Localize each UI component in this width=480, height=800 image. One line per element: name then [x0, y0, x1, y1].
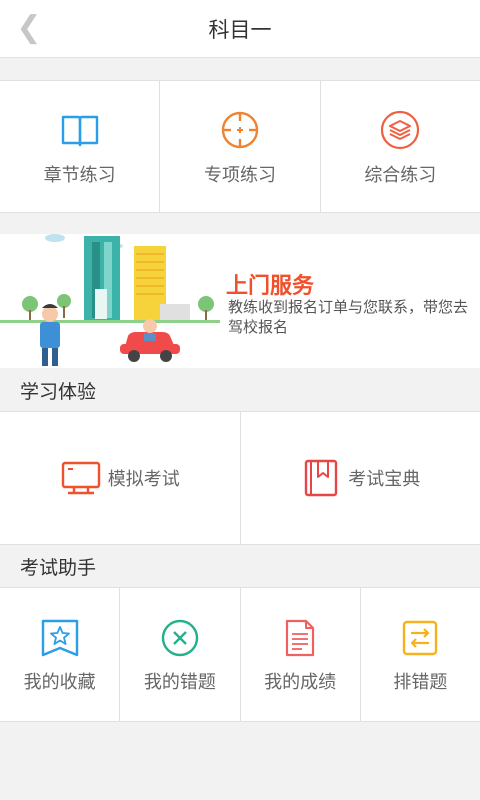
my-scores-label: 我的成绩 [264, 672, 337, 693]
layers-icon [381, 110, 420, 150]
crosshair-icon [221, 111, 259, 149]
special-practice-label: 专项练习 [203, 165, 276, 186]
banner-title: 上门服务 [226, 274, 315, 299]
exam-guide-button[interactable]: 考试宝典 [241, 412, 480, 544]
sort-mistakes-button[interactable]: 排错题 [361, 588, 480, 721]
study-section-title: 学习体验 [20, 381, 97, 403]
chapter-practice-label: 章节练习 [43, 165, 116, 186]
comprehensive-practice-label: 综合练习 [364, 165, 437, 186]
my-favorites-label: 我的收藏 [23, 672, 96, 693]
bookmark-book-icon [305, 459, 338, 497]
book-icon [61, 115, 98, 147]
my-mistakes-button[interactable]: 我的错题 [120, 588, 241, 721]
banner-description: 教练收到报名订单与您联系，带您去驾校报名 [228, 298, 469, 336]
swap-icon [403, 620, 438, 656]
assistant-section-title: 考试助手 [20, 557, 97, 579]
comprehensive-practice-button[interactable]: 综合练习 [321, 81, 480, 212]
top-bar: ❮ 科目一 [0, 0, 480, 58]
document-icon [286, 619, 315, 657]
exam-guide-label: 考试宝典 [348, 469, 421, 490]
chapter-practice-button[interactable]: 章节练习 [0, 81, 161, 212]
practice-grid: 章节练习 专项练习 综合练习 [0, 80, 480, 213]
city-illustration [0, 234, 220, 368]
mock-exam-label: 模拟考试 [107, 469, 180, 490]
special-practice-button[interactable]: 专项练习 [160, 81, 321, 212]
my-favorites-button[interactable]: 我的收藏 [0, 588, 121, 721]
my-mistakes-label: 我的错题 [143, 672, 216, 693]
monitor-icon [61, 461, 100, 495]
door-service-banner[interactable]: 上门服务 教练收到报名订单与您联系，带您去驾校报名 [0, 234, 480, 368]
my-scores-button[interactable]: 我的成绩 [241, 588, 361, 721]
mock-exam-button[interactable]: 模拟考试 [0, 412, 241, 544]
x-circle-icon [161, 619, 199, 657]
star-bookmark-icon [41, 619, 78, 657]
page-title: 科目一 [208, 18, 272, 42]
assistant-grid: 我的收藏 我的错题 我的成绩 排错题 [0, 587, 480, 722]
study-grid: 模拟考试 考试宝典 [0, 411, 480, 545]
sort-mistakes-label: 排错题 [393, 672, 448, 693]
